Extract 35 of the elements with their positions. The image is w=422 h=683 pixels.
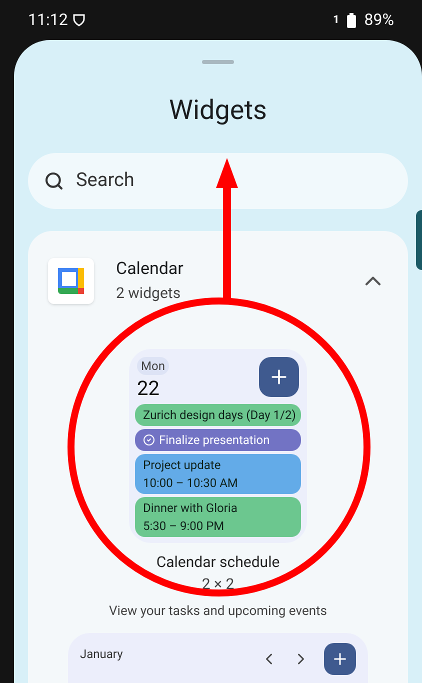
battery-icon bbox=[347, 12, 356, 28]
event-title: Dinner with Gloria bbox=[143, 500, 238, 516]
app-name: Calendar bbox=[116, 258, 184, 280]
widget-size: 2 × 2 bbox=[202, 574, 234, 595]
shield-icon bbox=[72, 13, 86, 27]
event-title: Zurich design days (Day 1/2) bbox=[143, 406, 293, 424]
event-chip[interactable]: Project update 10:00 – 10:30 AM bbox=[135, 454, 301, 494]
battery-level: 89% bbox=[364, 9, 394, 31]
sheet-title: Widgets bbox=[169, 93, 267, 128]
month-label: January bbox=[80, 646, 123, 663]
calendar-app-icon bbox=[48, 258, 94, 304]
widget-name: Calendar schedule bbox=[156, 552, 280, 572]
day-number: 22 bbox=[137, 374, 160, 400]
widget-description: View your tasks and upcoming events bbox=[109, 602, 327, 620]
widget-preview[interactable]: January bbox=[68, 633, 368, 683]
event-time: 5:30 – 9:00 PM bbox=[143, 518, 226, 534]
add-button[interactable] bbox=[259, 356, 299, 396]
event-chip[interactable]: Finalize presentation bbox=[135, 428, 301, 450]
widget-count: 2 widgets bbox=[116, 283, 182, 304]
sim-label: 1 bbox=[332, 12, 340, 28]
widget-preview[interactable]: Mon 22 Zurich design days (Day 1/2) Finalize presentation Project update 10:00 – 10:30 AM Dinner with Gloria 5:30 – 9:00 PM bbox=[129, 348, 307, 542]
event-title: Project update bbox=[143, 456, 222, 474]
event-chip[interactable]: Zurich design days (Day 1/2) bbox=[135, 404, 301, 426]
check-circle-icon bbox=[143, 434, 155, 446]
scrollbar-thumb bbox=[416, 210, 422, 270]
status-time: 11:12 bbox=[28, 9, 68, 31]
search-field[interactable]: Search bbox=[28, 152, 408, 208]
plus-icon bbox=[331, 650, 349, 668]
search-icon bbox=[44, 170, 64, 190]
event-chip[interactable]: Dinner with Gloria 5:30 – 9:00 PM bbox=[135, 496, 301, 536]
task-title: Finalize presentation bbox=[159, 432, 270, 448]
drag-handle[interactable] bbox=[202, 60, 234, 64]
add-button[interactable] bbox=[324, 643, 356, 675]
event-time: 10:00 – 10:30 AM bbox=[143, 474, 239, 492]
weekday-label: Mon bbox=[137, 356, 169, 374]
